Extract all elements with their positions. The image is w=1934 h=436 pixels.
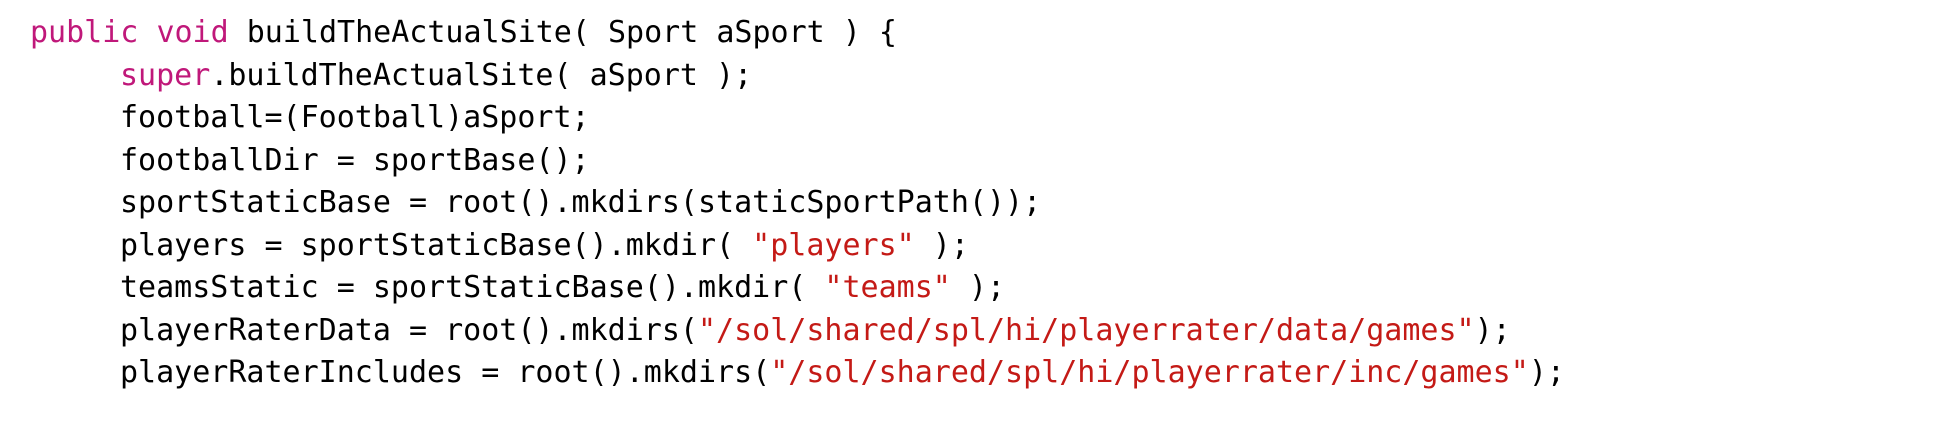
code-token: football=(Football)aSport;	[120, 100, 590, 135]
code-line: super.buildTheActualSite( aSport );	[30, 55, 1920, 98]
code-token: sportStaticBase = root().mkdirs(staticSp…	[120, 185, 1042, 220]
code-token: .buildTheActualSite( aSport );	[210, 57, 753, 93]
code-line: footballDir = sportBase();	[30, 140, 1920, 183]
code-token: buildTheActualSite( Sport aSport ) {	[228, 15, 897, 50]
code-token: );	[1474, 312, 1511, 348]
code-token: players = sportStaticBase().mkdir(	[120, 227, 753, 263]
code-line: football=(Football)aSport;	[30, 97, 1920, 140]
code-token: footballDir = sportBase();	[120, 142, 590, 178]
code-line: sportStaticBase = root().mkdirs(staticSp…	[30, 182, 1920, 225]
code-token: playerRaterData = root().mkdirs(	[120, 312, 698, 348]
string-literal-token: "players"	[752, 227, 915, 263]
code-token: );	[914, 227, 969, 263]
keyword-token: super	[120, 57, 211, 93]
code-view: public void buildTheActualSite( Sport aS…	[30, 12, 1920, 424]
code-token: );	[1528, 355, 1565, 390]
code-line: public void buildTheActualSite( Sport aS…	[30, 12, 1920, 55]
code-line: teamsStatic = sportStaticBase().mkdir( "…	[30, 267, 1920, 310]
code-line: playerRaterIncludes = root().mkdirs("/so…	[30, 352, 1920, 395]
code-token: playerRaterIncludes = root().mkdirs(	[120, 355, 771, 390]
code-line: players = sportStaticBase().mkdir( "play…	[30, 225, 1920, 268]
code-line: playerRaterData = root().mkdirs("/sol/sh…	[30, 310, 1920, 353]
code-token: teamsStatic = sportStaticBase().mkdir(	[120, 270, 825, 305]
code-token: );	[950, 270, 1006, 305]
string-literal-token: "teams"	[824, 270, 951, 305]
string-literal-token: "/sol/shared/spl/hi/playerrater/inc/game…	[770, 355, 1529, 390]
keyword-token: void	[156, 15, 229, 50]
string-literal-token: "/sol/shared/spl/hi/playerrater/data/gam…	[697, 312, 1475, 348]
keyword-token: public	[30, 15, 139, 50]
